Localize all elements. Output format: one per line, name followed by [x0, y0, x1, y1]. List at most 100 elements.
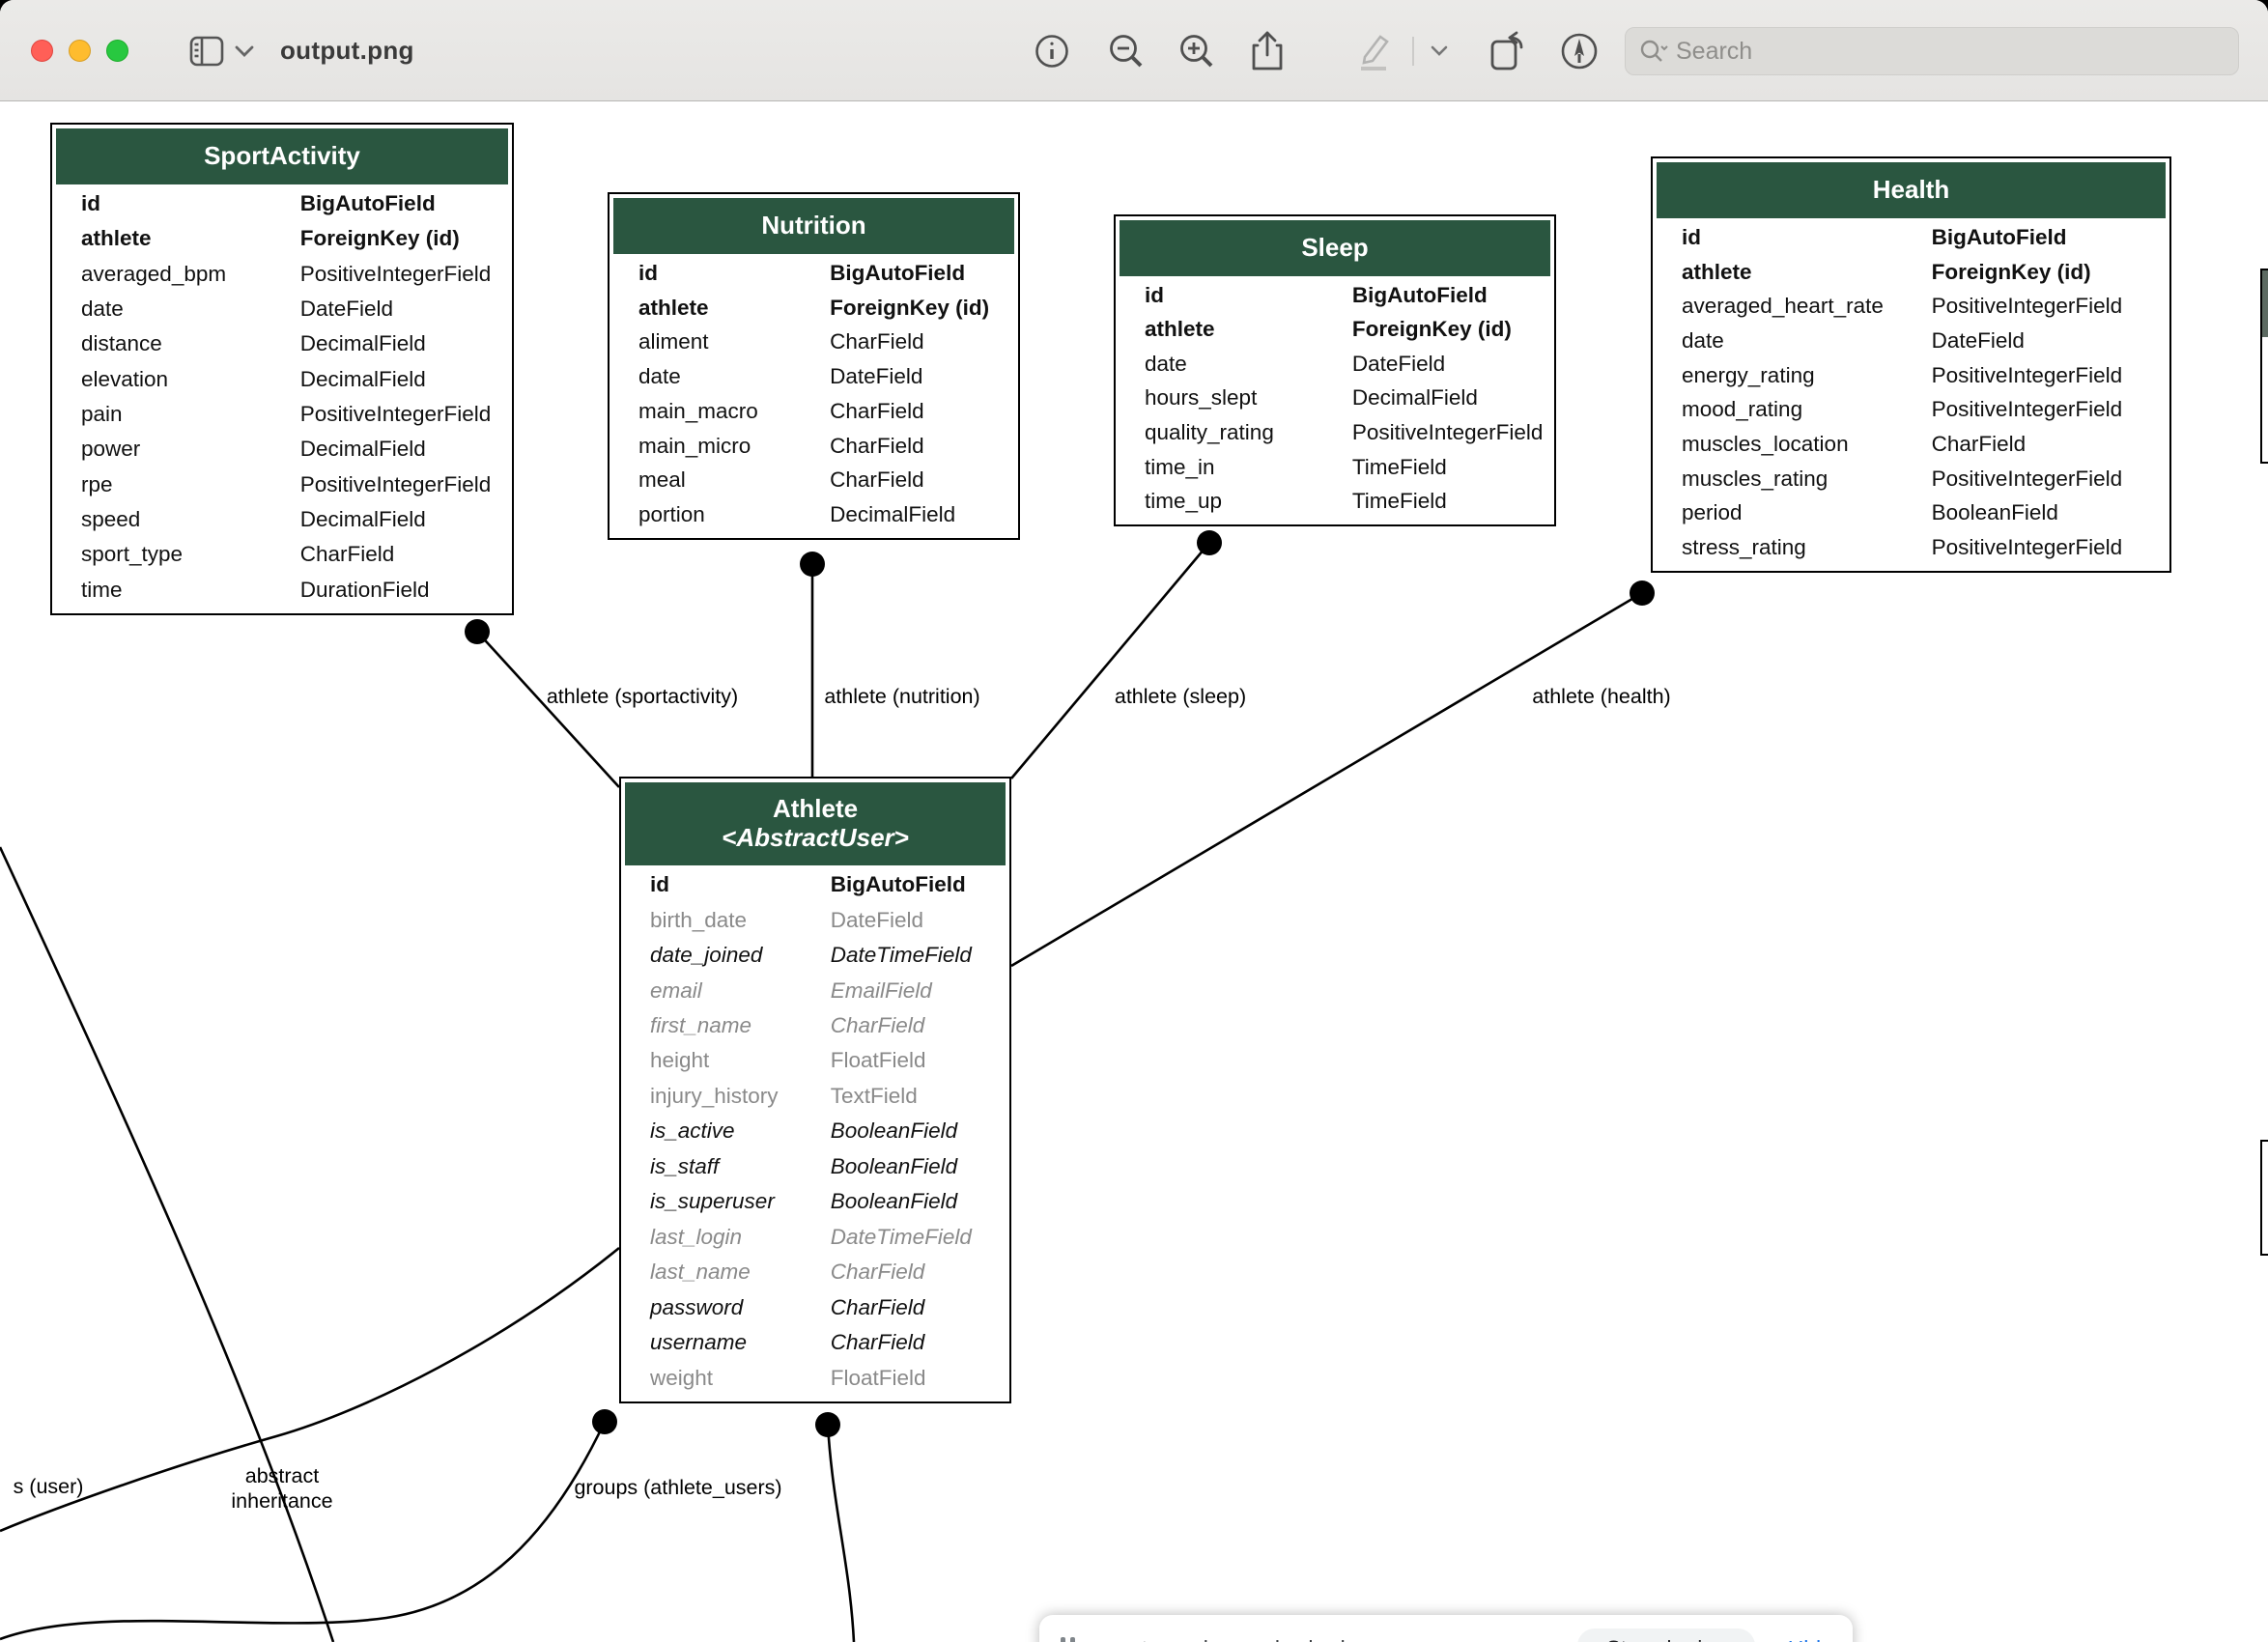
- field-row: weightFloatField: [625, 1366, 1006, 1391]
- minimize-button[interactable]: [69, 40, 91, 62]
- sidebar-toggle-icon[interactable]: [185, 0, 228, 101]
- field-row: speedDecimalField: [56, 507, 508, 532]
- field-row: idBigAutoField: [56, 191, 508, 216]
- field-row: alimentCharField: [613, 329, 1014, 354]
- search-placeholder: Search: [1676, 38, 1752, 66]
- cutoff-table-fragment-2: [2260, 1140, 2268, 1256]
- fullscreen-button[interactable]: [106, 40, 128, 62]
- info-icon[interactable]: [1030, 0, 1074, 101]
- field-row: sport_typeCharField: [56, 542, 508, 567]
- screen-share-message: meet.google.com is sharing your screen: [1098, 1636, 1492, 1642]
- field-row: first_nameCharField: [625, 1013, 1006, 1038]
- field-row: distanceDecimalField: [56, 331, 508, 356]
- field-row: portionDecimalField: [613, 502, 1014, 527]
- title-bar: output.png: [0, 0, 2268, 101]
- edge-label-abstract-inheritance: abstract inheritance: [231, 1464, 332, 1515]
- table-fields-athlete: idBigAutoField birth_dateDateField date_jo…: [625, 865, 1006, 1398]
- markup-icon[interactable]: [1555, 0, 1603, 101]
- table-fields-sleep: idBigAutoField athleteForeignKey (id) date…: [1120, 276, 1550, 521]
- edge-sleep-athlete: [1011, 543, 1209, 779]
- edge-label-nutrition-athlete: athlete (nutrition): [824, 685, 979, 710]
- zoom-in-icon[interactable]: [1175, 0, 1219, 101]
- field-row: quality_ratingPositiveIntegerField: [1120, 420, 1550, 445]
- field-row: muscles_ratingPositiveIntegerField: [1657, 467, 2166, 492]
- table-fields-nutrition: idBigAutoField athleteForeignKey (id) alim…: [613, 254, 1014, 534]
- edge-dot-groups-athlete-users: [592, 1409, 617, 1434]
- table-fields-sportactivity: idBigAutoField athleteForeignKey (id) aver…: [56, 184, 508, 609]
- field-row: timeDurationField: [56, 578, 508, 603]
- edge-label-health-athlete: athlete (health): [1532, 685, 1670, 710]
- field-row: emailEmailField: [625, 978, 1006, 1004]
- field-row: athleteForeignKey (id): [1120, 317, 1550, 342]
- highlight-pen-icon: [1348, 0, 1397, 101]
- edge-groups-athlete-users: [0, 1422, 605, 1639]
- field-row: periodBooleanField: [1657, 500, 2166, 525]
- field-row: rpePositiveIntegerField: [56, 472, 508, 497]
- field-row: dateDateField: [1657, 328, 2166, 354]
- edge-dot-athlete-bottom-edge: [815, 1412, 840, 1437]
- hide-link[interactable]: Hide: [1788, 1636, 1833, 1642]
- field-row: mood_ratingPositiveIntegerField: [1657, 397, 2166, 422]
- edge-dot-sportactivity-athlete: [465, 619, 490, 644]
- share-icon[interactable]: [1245, 0, 1290, 101]
- field-row: usernameCharField: [625, 1330, 1006, 1355]
- sidebar-chevron-icon[interactable]: [232, 0, 257, 101]
- field-row: mealCharField: [613, 467, 1014, 493]
- edge-label-sportactivity-athlete: athlete (sportactivity): [547, 685, 738, 710]
- window-title: output.png: [280, 0, 414, 101]
- field-row: last_loginDateTimeField: [625, 1225, 1006, 1250]
- markup-chevron-icon[interactable]: [1427, 0, 1452, 101]
- field-row: last_nameCharField: [625, 1260, 1006, 1285]
- field-row: birth_dateDateField: [625, 908, 1006, 933]
- toolbar-divider: [1412, 37, 1414, 66]
- field-row: idBigAutoField: [625, 872, 1006, 897]
- table-title-athlete: Athlete<AbstractUser>: [625, 782, 1006, 865]
- field-row: averaged_bpmPositiveIntegerField: [56, 262, 508, 287]
- field-row: injury_historyTextField: [625, 1084, 1006, 1109]
- edge-health-athlete: [1011, 593, 1642, 966]
- field-row: dateDateField: [1120, 352, 1550, 377]
- field-row: idBigAutoField: [1657, 225, 2166, 250]
- field-row: stress_ratingPositiveIntegerField: [1657, 535, 2166, 560]
- table-title-sleep: Sleep: [1120, 220, 1550, 276]
- field-row: is_staffBooleanField: [625, 1154, 1006, 1179]
- table-fields-health: idBigAutoFieldathleteForeignKey (id)aver…: [1657, 218, 2166, 567]
- cutoff-table-fragment-1: [2260, 269, 2268, 464]
- field-row: date_joinedDateTimeField: [625, 943, 1006, 968]
- close-button[interactable]: [31, 40, 53, 62]
- field-row: athleteForeignKey (id): [613, 296, 1014, 321]
- table-title-sportactivity: SportActivity: [56, 128, 508, 184]
- field-row: dateDateField: [613, 364, 1014, 389]
- field-row: hours_sleptDecimalField: [1120, 385, 1550, 410]
- stop-sharing-button[interactable]: Stop sharing: [1577, 1628, 1755, 1642]
- field-row: athleteForeignKey (id): [1657, 260, 2166, 285]
- edge-abstract-inheritance: [0, 847, 333, 1642]
- field-row: dateDateField: [56, 297, 508, 322]
- field-row: passwordCharField: [625, 1295, 1006, 1320]
- search-field[interactable]: Search: [1625, 27, 2239, 75]
- field-row: energy_ratingPositiveIntegerField: [1657, 363, 2166, 388]
- model-table-health: Health idBigAutoField athleteForeignKey (i…: [1651, 156, 2171, 573]
- field-row: idBigAutoField: [613, 261, 1014, 286]
- field-row: is_activeBooleanField: [625, 1118, 1006, 1144]
- table-title-health: Health: [1657, 162, 2166, 218]
- field-row: heightFloatField: [625, 1048, 1006, 1073]
- rotate-icon[interactable]: [1484, 0, 1532, 101]
- field-row: elevationDecimalField: [56, 367, 508, 392]
- field-row: powerDecimalField: [56, 437, 508, 462]
- screen-share-icon: [1061, 1637, 1075, 1642]
- field-row: athleteForeignKey (id): [56, 226, 508, 251]
- field-row: idBigAutoField: [1120, 283, 1550, 308]
- field-row: main_microCharField: [613, 434, 1014, 459]
- table-title-nutrition: Nutrition: [613, 198, 1014, 254]
- model-table-sleep: Sleep idBigAutoField athleteForeignKey (id…: [1114, 214, 1556, 526]
- edge-label-groups-athlete-users: groups (athlete_users): [574, 1476, 781, 1501]
- zoom-out-icon[interactable]: [1104, 0, 1148, 101]
- edge-dot-nutrition-athlete: [800, 552, 825, 577]
- field-row: main_macroCharField: [613, 399, 1014, 424]
- diagram-canvas: athlete (sportactivity) athlete (nutritio…: [0, 101, 2268, 1642]
- edge-dot-sleep-athlete: [1197, 530, 1222, 555]
- preview-window: output.png: [0, 0, 2268, 1642]
- field-row: muscles_locationCharField: [1657, 432, 2166, 457]
- field-row: painPositiveIntegerField: [56, 402, 508, 427]
